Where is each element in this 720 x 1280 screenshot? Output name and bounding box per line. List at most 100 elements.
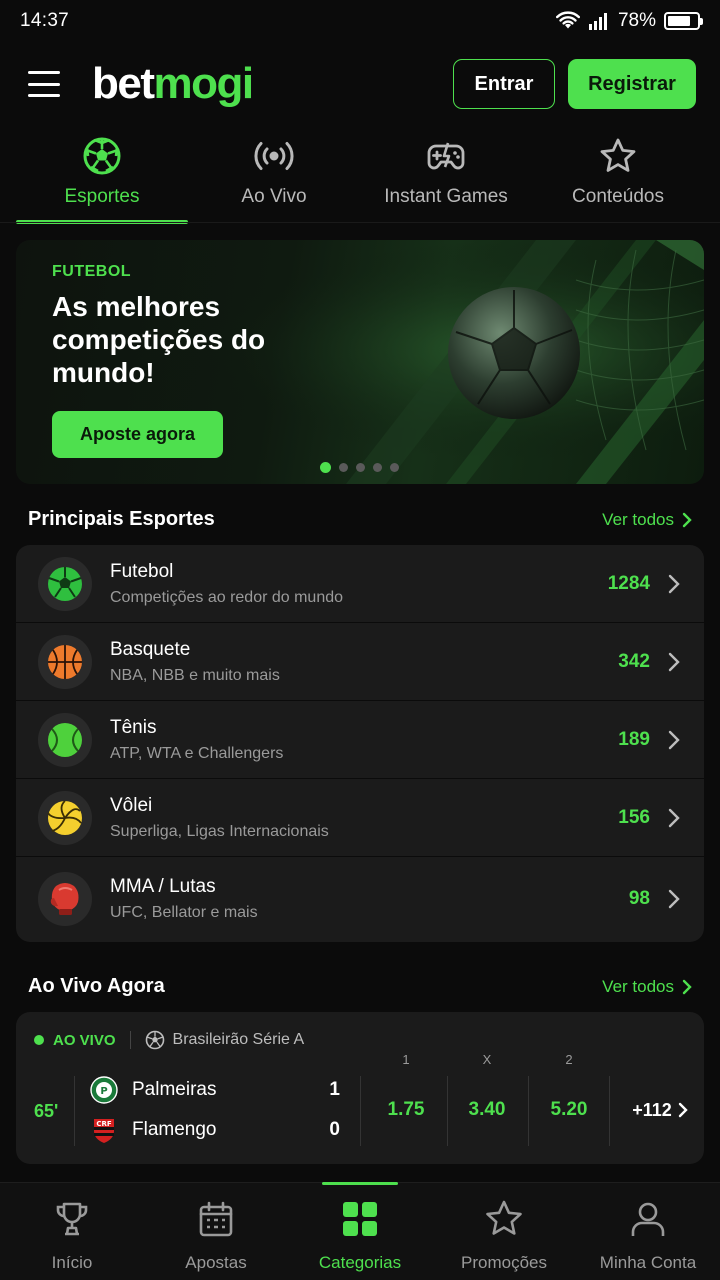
tabs-divider <box>0 222 720 223</box>
team-home: P Palmeiras 1 <box>90 1076 340 1104</box>
team-away: CRF Flamengo 0 <box>90 1116 340 1144</box>
nav-promocoes[interactable]: Promoções <box>432 1183 576 1280</box>
live-indicator <box>34 1035 44 1045</box>
login-button[interactable]: Entrar <box>453 59 555 109</box>
sport-text: MMA / Lutas UFC, Bellator e mais <box>110 876 258 922</box>
sport-row-tenis[interactable]: Tênis ATP, WTA e Challengers 189 <box>16 701 704 779</box>
flamengo-crest-icon: CRF <box>94 1119 114 1143</box>
sport-count: 98 <box>628 888 650 909</box>
sport-name: Futebol <box>110 560 174 582</box>
nav-categorias[interactable]: Categorias <box>288 1182 432 1280</box>
section-title: Ao Vivo Agora <box>28 975 165 997</box>
tab-conteudos[interactable]: Conteúdos <box>532 136 704 224</box>
svg-text:CRF: CRF <box>96 1120 112 1128</box>
carousel-dot[interactable] <box>373 463 382 472</box>
volleyball-icon <box>38 790 92 845</box>
bet-now-button[interactable]: Aposte agora <box>52 411 223 458</box>
chevron-right-icon <box>668 574 680 593</box>
battery-icon <box>664 12 703 30</box>
more-markets-button[interactable]: +112 <box>624 1074 696 1146</box>
nav-label: Categorias <box>318 1253 402 1272</box>
tab-label: Esportes <box>64 186 140 207</box>
chevron-right-icon <box>668 889 680 909</box>
team-name: Flamengo <box>132 1119 217 1140</box>
sports-section-header: Principais Esportes Ver todos <box>28 508 692 531</box>
team-name: Palmeiras <box>132 1079 217 1100</box>
match-minute: 65' <box>34 1101 59 1121</box>
grid-icon <box>343 1202 377 1236</box>
nav-minha-conta[interactable]: Minha Conta <box>576 1183 720 1280</box>
sport-count: 189 <box>618 728 650 750</box>
sport-name: Basquete <box>110 638 191 660</box>
status-icons: 78% <box>555 10 703 32</box>
promo-banner[interactable]: FUTEBOL As melhores competições do mundo… <box>16 240 704 484</box>
signal-icon <box>588 13 607 30</box>
live-badge: AO VIVO <box>53 1031 116 1049</box>
odd-home-button[interactable]: 1.75 <box>366 1074 446 1146</box>
divider <box>360 1076 361 1146</box>
bottom-navigation: Início Apostas Categorias Promoções Minh… <box>0 1182 720 1280</box>
nav-inicio[interactable]: Início <box>0 1183 144 1280</box>
chevron-right-icon <box>682 979 692 994</box>
sport-text: Basquete NBA, NBB e muito mais <box>110 639 280 685</box>
carousel-dot[interactable] <box>339 463 348 472</box>
calendar-icon <box>199 1201 233 1237</box>
divider <box>609 1076 610 1146</box>
boxing-glove-icon <box>38 872 92 926</box>
gamepad-icon <box>427 142 465 170</box>
odd-away-button[interactable]: 5.20 <box>529 1074 609 1146</box>
trophy-icon <box>56 1202 88 1236</box>
logo[interactable]: bet mogi <box>92 59 255 108</box>
palmeiras-crest-icon: P <box>90 1076 118 1104</box>
menu-icon[interactable] <box>28 71 60 97</box>
divider <box>129 1031 131 1049</box>
sport-row-basquete[interactable]: Basquete NBA, NBB e muito mais 342 <box>16 623 704 701</box>
chevron-right-icon <box>678 1102 688 1118</box>
sport-row-mma[interactable]: MMA / Lutas UFC, Bellator e mais 98 <box>16 857 704 941</box>
odds-header-draw: X <box>482 1052 492 1067</box>
chevron-right-icon <box>682 512 692 527</box>
nav-label: Apostas <box>185 1253 247 1272</box>
odd-draw-button[interactable]: 3.40 <box>447 1074 527 1146</box>
banner-eyebrow: FUTEBOL <box>52 263 132 280</box>
tab-label: Instant Games <box>384 186 508 207</box>
live-match-card[interactable]: AO VIVO Brasileirão Série A 1 X 2 65' P … <box>16 1012 704 1164</box>
soccer-ball-icon <box>38 556 92 611</box>
carousel-dot[interactable] <box>390 463 399 472</box>
banner-title: As melhores competições do mundo! <box>52 291 266 388</box>
live-section-header: Ao Vivo Agora Ver todos <box>28 975 692 998</box>
carousel-dot[interactable] <box>356 463 365 472</box>
team-score: 1 <box>329 1079 340 1100</box>
see-all-label: Ver todos <box>602 976 674 996</box>
logo-text-mogi: mogi <box>153 59 255 108</box>
see-all-live-link[interactable]: Ver todos <box>602 977 692 997</box>
tab-instant-games[interactable]: Instant Games <box>360 136 532 224</box>
chevron-right-icon <box>668 652 680 671</box>
tab-ao-vivo[interactable]: Ao Vivo <box>188 136 360 224</box>
svg-text:P: P <box>100 1086 107 1097</box>
category-tabs: Esportes Ao Vivo Instant Games Conteúdos <box>16 136 704 224</box>
soccer-ball-icon <box>83 137 121 175</box>
chevron-right-icon <box>668 808 680 827</box>
see-all-label: Ver todos <box>602 509 674 529</box>
register-button[interactable]: Registrar <box>568 59 696 109</box>
header-actions: Entrar Registrar <box>453 59 696 109</box>
tab-esportes[interactable]: Esportes <box>16 136 188 224</box>
sport-name: MMA / Lutas <box>110 876 216 897</box>
more-markets-count: +112 <box>632 1099 672 1120</box>
battery-level <box>668 16 690 26</box>
sport-row-volei[interactable]: Vôlei Superliga, Ligas Internacionais 15… <box>16 779 704 857</box>
sport-text: Vôlei Superliga, Ligas Internacionais <box>110 795 329 841</box>
carousel-dot[interactable] <box>320 462 331 473</box>
sports-list: Futebol Competições ao redor do mundo 12… <box>16 545 704 942</box>
basketball-icon <box>38 634 92 689</box>
nav-apostas[interactable]: Apostas <box>144 1183 288 1280</box>
sport-row-futebol[interactable]: Futebol Competições ao redor do mundo 12… <box>16 545 704 623</box>
sport-text: Futebol Competições ao redor do mundo <box>110 561 343 607</box>
sport-subtitle: ATP, WTA e Challengers <box>110 744 284 762</box>
battery-percent: 78% <box>617 10 656 31</box>
app-header: bet mogi Entrar Registrar <box>0 56 720 112</box>
status-bar: 14:37 78% <box>0 0 720 42</box>
section-title: Principais Esportes <box>28 508 215 530</box>
see-all-sports-link[interactable]: Ver todos <box>602 510 692 530</box>
